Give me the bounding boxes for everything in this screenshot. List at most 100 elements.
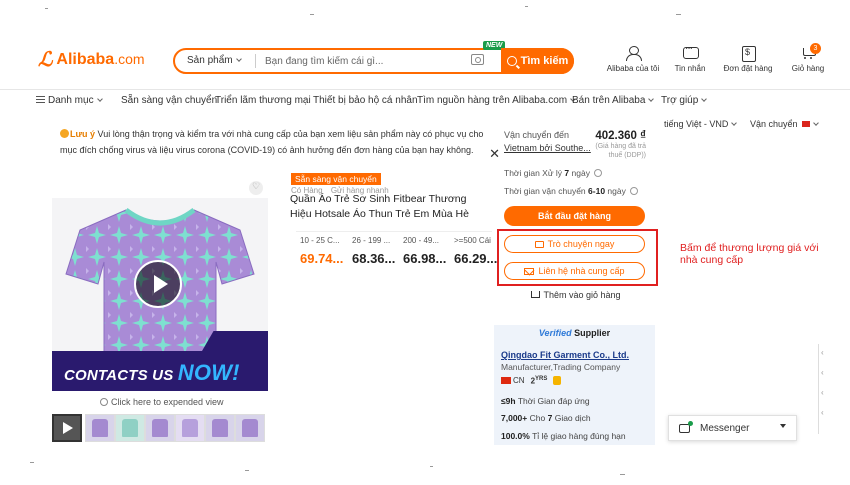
- tier-price: 66.98...: [403, 251, 447, 266]
- chevron-down-icon: [812, 120, 819, 126]
- expand-view-link[interactable]: Click here to expended view: [100, 397, 224, 407]
- ship-time-label: Thời gian vận chuyển: [504, 186, 586, 196]
- add-to-cart-label: Thêm vào giỏ hàng: [543, 290, 621, 300]
- thumbnail-shirt: [242, 419, 258, 437]
- nav-label: Alibaba của tôi: [606, 64, 660, 73]
- chevron-left-icon[interactable]: ‹: [821, 388, 824, 397]
- shipping-time: Thời gian vận chuyển 6-10 ngày: [504, 186, 638, 196]
- language-select[interactable]: tiếng Việt - VND: [664, 119, 738, 129]
- search-input[interactable]: [265, 52, 475, 70]
- ship-to-select[interactable]: Vận chuyển: [750, 119, 819, 129]
- chevron-down-icon: [780, 424, 786, 428]
- nav-orders[interactable]: Đơn đặt hàng: [718, 46, 778, 73]
- catnav-label: Bán trên Alibaba: [572, 95, 646, 106]
- ship-to-label: Vận chuyển: [750, 119, 798, 129]
- thumbnail-video[interactable]: [52, 414, 82, 442]
- china-flag-icon: [501, 377, 511, 385]
- background-speck: [525, 6, 528, 7]
- camera-icon[interactable]: [471, 54, 484, 65]
- catnav-help[interactable]: Trợ giúp: [661, 95, 708, 106]
- nav-cart[interactable]: 3 Giỏ hàng: [778, 43, 838, 73]
- messenger-widget[interactable]: Messenger: [668, 415, 797, 441]
- tier-quantity: 26 - 199 ...: [352, 236, 391, 245]
- transactions-count: 7: [547, 413, 553, 423]
- language-label: tiếng Việt - VND: [664, 119, 729, 129]
- chevron-down-icon: [701, 96, 708, 102]
- catnav-ready-to-ship[interactable]: Sẵn sàng vận chuyển: [121, 95, 217, 106]
- add-to-cart-link[interactable]: Thêm vào giỏ hàng: [496, 290, 656, 300]
- annotation-highlight-box: [497, 229, 658, 286]
- info-icon[interactable]: [593, 169, 602, 177]
- response-time: ≤9h Thời Gian đáp ứng: [501, 396, 590, 406]
- background-speck: [430, 466, 433, 467]
- divider: [255, 54, 256, 68]
- messenger-icon: [679, 420, 693, 433]
- chevron-left-icon[interactable]: ‹: [821, 408, 824, 417]
- categories-menu[interactable]: Danh mục: [36, 95, 103, 106]
- warning-icon: [60, 129, 69, 138]
- contact-banner: CONTACTS US NOW!: [52, 351, 268, 391]
- shipping-label: Vận chuyển đến: [504, 130, 570, 140]
- expand-link-label: Click here to expended view: [111, 397, 224, 407]
- thumbnail[interactable]: [115, 414, 145, 442]
- delivery-label: Tỉ lệ giao hàng đúng hạn: [532, 431, 626, 441]
- thumbnail[interactable]: [85, 414, 115, 442]
- ship-time-value: 6-10: [588, 186, 606, 196]
- nav-messages[interactable]: Tin nhắn: [660, 43, 720, 73]
- start-order-button[interactable]: Bắt đầu đặt hàng: [504, 206, 645, 226]
- thumbnail[interactable]: [235, 414, 265, 442]
- supplier-name-link[interactable]: Qingdao Fit Garment Co., Ltd.: [501, 350, 629, 360]
- price-tiers: 10 - 25 C... 69.74... 26 - 199 ... 68.36…: [296, 231, 497, 267]
- tier-price: 69.74...: [300, 251, 344, 266]
- ship-time-unit: ngày: [607, 186, 626, 196]
- product-title: Quần Áo Trẻ Sơ Sinh Fitbear Thương Hiệu …: [290, 193, 469, 220]
- nav-label: Tin nhắn: [674, 64, 706, 73]
- play-video-icon[interactable]: [134, 260, 182, 308]
- thumbnail[interactable]: [145, 414, 175, 442]
- search-category-select[interactable]: Sản phẩm: [187, 55, 242, 66]
- shipping-method-link[interactable]: Vietnam bởi Southe...: [504, 143, 591, 153]
- thumbnail[interactable]: [175, 414, 205, 442]
- background-speck: [30, 462, 34, 463]
- site-header: ℒ Alibaba.com Sản phẩm NEW Tìm kiếm Alib…: [0, 0, 850, 90]
- transactions: 7,000+ Cho 7 Giao dịch: [501, 413, 591, 423]
- cart-icon: [531, 291, 541, 298]
- shipping-note: (Giá hàng đã trả thuế (DDP)): [595, 143, 646, 159]
- nav-my-alibaba[interactable]: Alibaba của tôi: [603, 46, 663, 73]
- logo-suffix: .com: [114, 51, 145, 67]
- category-nav: Danh mục Sẵn sàng vận chuyển Triển lãm t…: [0, 90, 850, 112]
- verified-suffix: Supplier: [574, 328, 611, 338]
- info-icon[interactable]: [629, 187, 638, 195]
- tier-price: 68.36...: [352, 251, 396, 266]
- logo-text: Alibaba: [56, 51, 115, 68]
- zoom-icon: [100, 398, 108, 406]
- search-category-label: Sản phẩm: [187, 55, 233, 66]
- favorite-icon[interactable]: [249, 181, 263, 195]
- supplier-meta: CN 2YRS: [501, 376, 562, 386]
- chevron-left-icon[interactable]: ‹: [821, 368, 824, 377]
- catnav-ppe[interactable]: Thiết bị bảo hộ cá nhân: [313, 95, 418, 106]
- chevron-down-icon: [96, 96, 103, 102]
- search-icon: [506, 56, 517, 66]
- thumbnail[interactable]: [205, 414, 235, 442]
- catnav-trade-shows[interactable]: Triển lãm thương mại: [215, 95, 311, 106]
- thumbnail-shirt: [182, 419, 198, 437]
- verified-prefix: Verified: [538, 328, 572, 338]
- catnav-sourcing[interactable]: Tìm nguồn hàng trên Alibaba.com: [417, 95, 576, 106]
- categories-label: Danh mục: [48, 95, 94, 106]
- years-suffix: YRS: [535, 376, 548, 382]
- supplier-country: CN: [513, 376, 525, 386]
- background-speck: [310, 14, 314, 15]
- thumbnail-shirt: [212, 419, 228, 437]
- alibaba-logo[interactable]: ℒ Alibaba.com: [38, 50, 145, 70]
- catnav-sell[interactable]: Bán trên Alibaba: [572, 95, 655, 106]
- chevron-left-icon[interactable]: ‹: [821, 348, 824, 357]
- search-button[interactable]: Tìm kiếm: [501, 48, 574, 74]
- ready-to-ship-tag: Sẵn sàng vận chuyển: [291, 173, 381, 185]
- processing-value: 7: [564, 168, 570, 178]
- gold-supplier-icon: [553, 376, 562, 386]
- banner-text: CONTACTS US: [64, 367, 174, 384]
- background-speck: [676, 14, 681, 15]
- processing-label: Thời gian Xử lý: [504, 168, 563, 178]
- product-image[interactable]: CONTACTS US NOW!: [52, 198, 268, 391]
